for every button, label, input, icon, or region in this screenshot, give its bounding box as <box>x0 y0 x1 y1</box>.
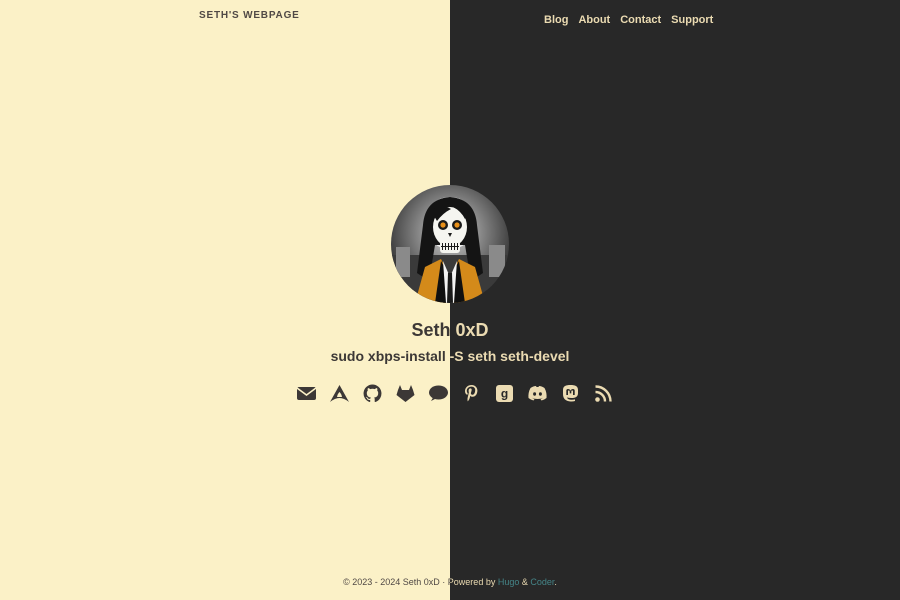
gitlab-icon[interactable] <box>395 383 416 404</box>
nav-item-blog: Blog <box>544 10 568 28</box>
site-footer: © 2023 - 2024 Seth 0xD · Powered by Hugo… <box>0 577 900 591</box>
nav-item-contact: Contact <box>620 10 661 28</box>
social-item-mastodon <box>560 383 581 404</box>
profile-subtitle-block: sudo xbps-install -S seth seth-devel sud… <box>0 348 900 368</box>
social-item-comment <box>428 383 449 404</box>
main-nav: Blog About Contact Support <box>544 10 713 28</box>
nav-link-support[interactable]: Support <box>671 14 713 26</box>
dark-half-background <box>450 0 900 600</box>
footer-amp-dark: & <box>519 577 531 587</box>
svg-text:g: g <box>501 387 508 401</box>
nav-link-contact[interactable]: Contact <box>620 14 661 26</box>
light-half-background <box>0 0 450 600</box>
discord-icon[interactable] <box>527 383 548 404</box>
goodreads-icon[interactable]: g <box>494 383 515 404</box>
site-title-link[interactable]: SETH'S WEBPAGE <box>199 10 300 21</box>
social-links: g <box>296 383 614 404</box>
social-item-rss <box>593 383 614 404</box>
comment-icon[interactable] <box>428 383 449 404</box>
profile-name-block: Seth 0xD Seth 0xD <box>0 320 900 344</box>
social-item-goodreads: g <box>494 383 515 404</box>
social-item-pinterest <box>461 383 482 404</box>
social-item-arch <box>329 383 350 404</box>
footer-powered-by-dark: Powered by <box>447 577 498 587</box>
social-item-discord <box>527 383 548 404</box>
social-item-email <box>296 383 317 404</box>
nav-link-blog[interactable]: Blog <box>544 14 568 26</box>
github-icon[interactable] <box>362 383 383 404</box>
pinterest-icon[interactable] <box>461 383 482 404</box>
rss-icon[interactable] <box>593 383 614 404</box>
nav-link-about[interactable]: About <box>578 14 610 26</box>
footer-copyright: © 2023 - 2024 Seth 0xD · <box>343 577 448 587</box>
footer-coder-link-dark[interactable]: Coder <box>530 577 554 587</box>
social-item-github <box>362 383 383 404</box>
avatar <box>391 185 509 303</box>
footer-hugo-link-dark[interactable]: Hugo <box>498 577 520 587</box>
mastodon-icon[interactable] <box>560 383 581 404</box>
nav-item-about: About <box>578 10 610 28</box>
nav-item-support: Support <box>671 10 713 28</box>
social-item-gitlab <box>395 383 416 404</box>
footer-period-dark: . <box>554 577 557 587</box>
arch-linux-icon[interactable] <box>329 383 350 404</box>
envelope-icon[interactable] <box>296 383 317 404</box>
